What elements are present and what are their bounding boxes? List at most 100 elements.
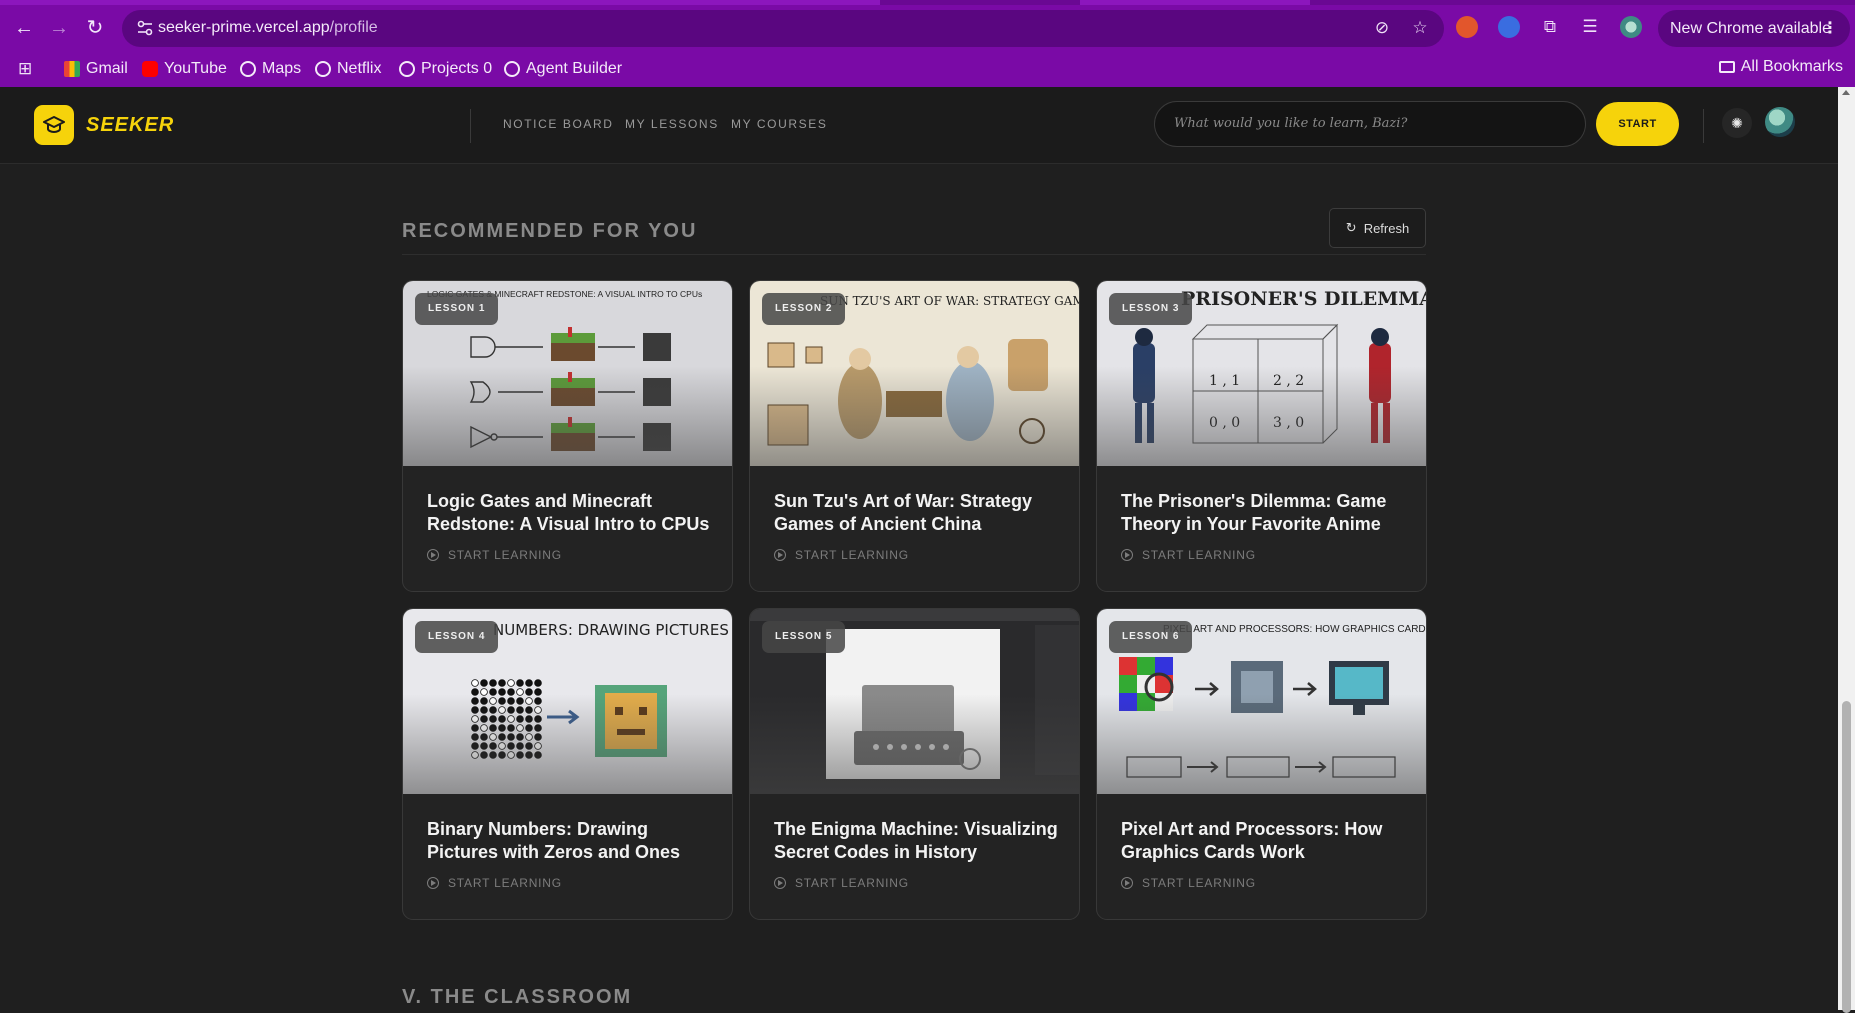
- site-settings-icon[interactable]: [136, 19, 154, 37]
- play-circle-icon: [1121, 549, 1133, 561]
- eye-off-icon[interactable]: ⊘: [1372, 18, 1392, 38]
- section-divider: [402, 254, 1426, 255]
- lesson-title[interactable]: Pixel Art and Processors: How Graphics C…: [1121, 818, 1411, 864]
- back-icon[interactable]: ←: [10, 14, 38, 42]
- start-button[interactable]: START: [1596, 102, 1679, 146]
- lesson-badge: LESSON 3: [1109, 293, 1193, 325]
- puzzle-icon[interactable]: ⧉: [1540, 17, 1560, 37]
- lesson-card[interactable]: PIXEL ART AND PROCESSORS: HOW GRAPHICS C…: [1096, 608, 1427, 920]
- start-learning-label: START LEARNING: [1142, 876, 1256, 890]
- binary-dot: [498, 679, 506, 687]
- refresh-button[interactable]: ↻ Refresh: [1329, 208, 1426, 248]
- tab-strip-segment: [0, 0, 880, 5]
- start-learning-link[interactable]: START LEARNING: [774, 876, 909, 890]
- scrollbar-thumb[interactable]: [1842, 701, 1851, 1013]
- thumbnail-shade: [1097, 694, 1426, 794]
- play-circle-icon: [427, 877, 439, 889]
- fox-extension-icon[interactable]: [1456, 16, 1478, 38]
- bookmark-star-icon[interactable]: ☆: [1410, 18, 1430, 38]
- bookmark-label: YouTube: [164, 60, 227, 77]
- lesson-badge: LESSON 6: [1109, 621, 1193, 653]
- nav-my-courses[interactable]: MY COURSES: [731, 117, 827, 131]
- settings-gear-icon[interactable]: ✺: [1722, 108, 1752, 138]
- lesson-card[interactable]: LESSON 5 The Enigma Machine: Visualizing…: [749, 608, 1080, 920]
- lesson-title[interactable]: Sun Tzu's Art of War: Strategy Games of …: [774, 490, 1064, 536]
- binary-dot: [480, 679, 488, 687]
- bookmark-agent-builder[interactable]: Agent Builder: [504, 58, 622, 80]
- thumbnail-shade: [750, 694, 1079, 794]
- bookmark-label: Agent Builder: [526, 60, 623, 77]
- gmail-icon: [64, 61, 80, 77]
- lesson-card[interactable]: PRISONER'S DILEMMA 1 , 12 , 20 , 03 , 0 …: [1096, 280, 1427, 592]
- media-queue-icon[interactable]: ☰: [1580, 17, 1600, 37]
- lesson-title[interactable]: The Prisoner's Dilemma: Game Theory in Y…: [1121, 490, 1411, 536]
- profile-avatar[interactable]: [1620, 16, 1642, 38]
- bookmark-maps[interactable]: Maps: [240, 58, 301, 80]
- globe-icon: [399, 61, 415, 77]
- refresh-icon: ↻: [1345, 220, 1357, 235]
- start-learning-link[interactable]: START LEARNING: [1121, 876, 1256, 890]
- scroll-up-arrow-icon[interactable]: [1842, 90, 1850, 95]
- section-title-recommended: RECOMMENDED FOR YOU: [402, 220, 698, 242]
- lesson-title[interactable]: Logic Gates and Minecraft Redstone: A Vi…: [427, 490, 717, 536]
- bookmark-netflix[interactable]: Netflix: [315, 58, 381, 80]
- binary-dot: [534, 679, 542, 687]
- lesson-card[interactable]: NUMBERS: DRAWING PICTURES WITH ZEROS AND…: [402, 608, 733, 920]
- lesson-card[interactable]: LOGIC GATES & MINECRAFT REDSTONE: A VISU…: [402, 280, 733, 592]
- kebab-menu-icon[interactable]: ⋮: [1822, 10, 1838, 47]
- search-placeholder: What would you like to learn, Bazi?: [1174, 116, 1408, 131]
- lesson-card[interactable]: SUN TZU'S ART OF WAR: STRATEGY GAMES OF …: [749, 280, 1080, 592]
- globe-icon: [315, 61, 331, 77]
- start-learning-label: START LEARNING: [795, 876, 909, 890]
- thumbnail-caption: PRISONER'S DILEMMA: [1181, 288, 1427, 310]
- bookmark-youtube[interactable]: YouTube: [142, 58, 227, 80]
- binary-dot: [507, 679, 515, 687]
- address-bar[interactable]: seeker-prime.vercel.app/profile ⊘ ☆: [122, 10, 1444, 47]
- bookmark-label: Projects 0: [421, 60, 493, 77]
- bookmarks-bar: ⊞ Gmail YouTube Maps Netflix Projects 0 …: [0, 52, 1855, 87]
- graduation-cap-icon: [43, 116, 65, 134]
- nav-my-lessons[interactable]: MY LESSONS: [625, 117, 719, 131]
- lesson-badge: LESSON 5: [762, 621, 846, 653]
- start-learning-link[interactable]: START LEARNING: [427, 876, 562, 890]
- avatar[interactable]: [1765, 107, 1795, 137]
- lesson-title[interactable]: The Enigma Machine: Visualizing Secret C…: [774, 818, 1064, 864]
- thumbnail-shade: [403, 694, 732, 794]
- thumbnail-caption: PIXEL ART AND PROCESSORS: HOW GRAPHICS C…: [1163, 624, 1427, 635]
- lesson-title[interactable]: Binary Numbers: Drawing Pictures with Ze…: [427, 818, 717, 864]
- apps-grid-icon[interactable]: ⊞: [18, 60, 36, 78]
- thumbnail-caption: NUMBERS: DRAWING PICTURES WITH ZEROS AND…: [493, 621, 733, 639]
- all-bookmarks-label: All Bookmarks: [1740, 58, 1843, 75]
- gear-extension-icon[interactable]: [1498, 16, 1520, 38]
- start-learning-label: START LEARNING: [448, 548, 562, 562]
- nav-notice-board[interactable]: NOTICE BOARD: [503, 117, 614, 131]
- refresh-label: Refresh: [1363, 220, 1410, 236]
- chrome-update-label: New Chrome available: [1670, 20, 1831, 37]
- play-circle-icon: [774, 549, 786, 561]
- folder-icon: [1718, 61, 1735, 73]
- bookmark-projects[interactable]: Projects 0: [399, 58, 492, 80]
- page-scrollbar[interactable]: [1838, 87, 1855, 1013]
- binary-dot: [489, 679, 497, 687]
- logo[interactable]: [34, 105, 74, 145]
- all-bookmarks-button[interactable]: All Bookmarks: [1718, 58, 1843, 76]
- reload-icon[interactable]: ↻: [81, 14, 109, 42]
- start-learning-link[interactable]: START LEARNING: [774, 548, 909, 562]
- chrome-update-button[interactable]: New Chrome available ⋮: [1658, 10, 1850, 47]
- divider: [1703, 109, 1704, 143]
- search-input[interactable]: What would you like to learn, Bazi?: [1154, 101, 1586, 147]
- bookmark-label: Netflix: [337, 60, 382, 77]
- section-title-classroom: V. THE CLASSROOM: [402, 986, 633, 1008]
- forward-icon[interactable]: →: [45, 14, 73, 42]
- start-learning-label: START LEARNING: [448, 876, 562, 890]
- start-learning-link[interactable]: START LEARNING: [1121, 548, 1256, 562]
- binary-dot: [516, 679, 524, 687]
- youtube-icon: [142, 61, 158, 77]
- start-learning-link[interactable]: START LEARNING: [427, 548, 562, 562]
- app-header: SEEKER NOTICE BOARD MY LESSONS MY COURSE…: [0, 87, 1838, 164]
- extensions-row: ⧉ ☰: [1456, 16, 1642, 38]
- play-circle-icon: [774, 877, 786, 889]
- bookmark-gmail[interactable]: Gmail: [64, 58, 128, 80]
- thumbnail-shade: [403, 366, 732, 466]
- logo-wordmark[interactable]: SEEKER: [86, 114, 174, 137]
